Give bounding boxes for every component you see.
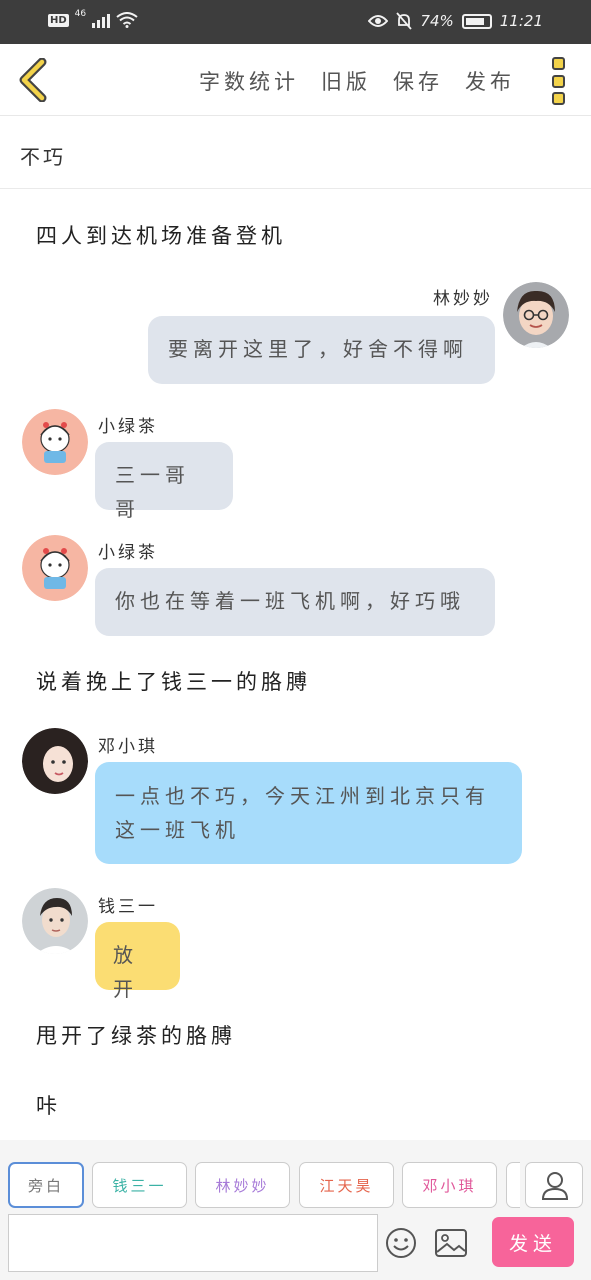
role-jiang-tianhao[interactable]: 江天昊	[299, 1162, 394, 1208]
battery-percent: 74%	[420, 12, 454, 30]
save-button[interactable]: 保存	[393, 66, 443, 96]
chevron-left-icon[interactable]	[14, 58, 54, 102]
speaker-name: 钱三一	[98, 897, 158, 917]
role-selector: 旁白 钱三一 林妙妙 江天昊 邓小琪	[8, 1162, 520, 1210]
role-lin-miaomiao[interactable]: 林妙妙	[195, 1162, 290, 1208]
status-right: 74% 11:21	[368, 12, 543, 30]
mute-bell-icon	[396, 12, 413, 30]
chat-bubble[interactable]: 一点也不巧，今天江州到北京只有这一班飞机	[95, 762, 522, 864]
speaker-name: 林妙妙	[433, 289, 493, 309]
network-type: 46	[74, 9, 87, 19]
compose-area: 旁白 钱三一 林妙妙 江天昊 邓小琪 发送	[0, 1140, 591, 1280]
emoji-icon[interactable]	[385, 1227, 417, 1259]
top-toolbar: 字数统计 旧版 保存 发布	[0, 44, 591, 116]
story-title: 不巧	[20, 145, 66, 169]
image-icon[interactable]	[434, 1228, 468, 1258]
old-version-button[interactable]: 旧版	[321, 66, 371, 96]
avatar[interactable]	[22, 409, 88, 475]
avatar[interactable]	[503, 282, 569, 348]
eye-icon	[368, 15, 389, 27]
chat-bubble[interactable]: 放开	[95, 922, 180, 1001]
message-input[interactable]	[8, 1214, 378, 1272]
avatar[interactable]	[22, 888, 88, 954]
more-vertical-icon[interactable]	[545, 57, 571, 105]
toolbar-actions: 字数统计 旧版 保存 发布	[199, 66, 515, 96]
narration-item[interactable]: 四人到达机场准备登机	[36, 220, 286, 250]
role-deng-xiaoqi[interactable]: 邓小琪	[402, 1162, 497, 1208]
chat-bubble[interactable]: 你也在等着一班飞机啊，好巧哦	[95, 568, 495, 636]
role-narrator[interactable]: 旁白	[8, 1162, 84, 1208]
status-bar: HD 46 74% 11:21	[0, 0, 591, 44]
wifi-icon	[116, 12, 138, 28]
narration-item[interactable]: 咔	[36, 1090, 61, 1120]
clock: 11:21	[499, 12, 543, 30]
chat-content[interactable]: 四人到达机场准备登机 林妙妙 要离开这里了，好舍不得啊 小绿茶 三一哥哥 小绿茶…	[0, 190, 591, 1140]
send-button[interactable]: 发送	[492, 1217, 574, 1267]
speaker-name: 邓小琪	[98, 737, 158, 757]
signal-icon	[92, 12, 111, 28]
narration-item[interactable]: 甩开了绿茶的胳膊	[36, 1020, 236, 1050]
speaker-name: 小绿茶	[98, 417, 158, 437]
hd-badge: HD	[48, 13, 69, 27]
publish-button[interactable]: 发布	[465, 66, 515, 96]
chat-bubble[interactable]: 要离开这里了，好舍不得啊	[148, 316, 495, 384]
chat-bubble[interactable]: 三一哥哥	[95, 442, 233, 521]
role-picker-button[interactable]	[525, 1162, 583, 1208]
role-qian-sanyi[interactable]: 钱三一	[92, 1162, 187, 1208]
title-row[interactable]: 不巧	[0, 117, 591, 189]
person-icon	[541, 1172, 569, 1200]
narration-item[interactable]: 说着挽上了钱三一的胳膊	[36, 666, 311, 696]
role-overflow[interactable]	[506, 1162, 520, 1208]
avatar[interactable]	[22, 728, 88, 794]
word-count-button[interactable]: 字数统计	[199, 66, 299, 96]
status-left: HD 46	[48, 9, 138, 28]
speaker-name: 小绿茶	[98, 543, 158, 563]
battery-icon	[461, 13, 492, 29]
avatar[interactable]	[22, 535, 88, 601]
